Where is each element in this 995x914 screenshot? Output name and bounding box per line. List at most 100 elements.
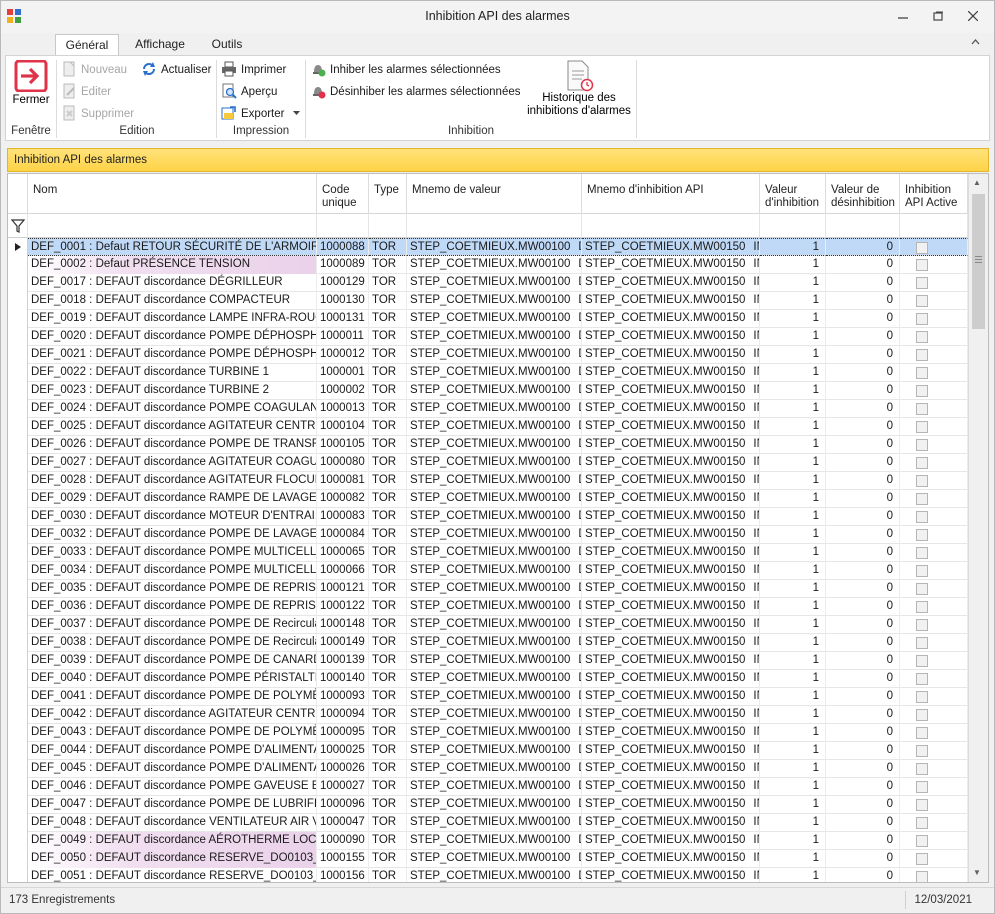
table-cell[interactable]: 0 bbox=[826, 508, 900, 526]
table-cell[interactable]: 1000027 bbox=[317, 778, 369, 796]
table-cell[interactable]: 1000094 bbox=[317, 706, 369, 724]
actualiser-button[interactable]: Actualiser bbox=[141, 60, 212, 80]
table-cell[interactable]: DEF_0038 : DEFAUT discordance POMPE DE R… bbox=[28, 634, 317, 652]
table-cell[interactable]: 0 bbox=[826, 778, 900, 796]
table-cell[interactable] bbox=[900, 778, 968, 796]
inhibition-active-checkbox[interactable] bbox=[916, 655, 928, 667]
table-cell[interactable]: DEF_0039 : DEFAUT discordance POMPE DE C… bbox=[28, 652, 317, 670]
row-header[interactable] bbox=[8, 580, 28, 598]
table-cell[interactable] bbox=[900, 634, 968, 652]
table-cell[interactable]: 1 bbox=[760, 418, 826, 436]
table-cell[interactable] bbox=[900, 256, 968, 274]
table-row[interactable]: DEF_0036 : DEFAUT discordance POMPE DE R… bbox=[8, 598, 968, 616]
inhibition-active-checkbox[interactable] bbox=[916, 475, 928, 487]
row-header[interactable] bbox=[8, 436, 28, 454]
table-cell[interactable]: STEP_COETMIEUX.MW00150 INHI bbox=[582, 382, 760, 400]
inhibition-active-checkbox[interactable] bbox=[916, 799, 928, 811]
editer-button[interactable]: Editer bbox=[61, 82, 111, 102]
table-cell[interactable]: STEP_COETMIEUX.MW00100DE bbox=[407, 706, 582, 724]
table-cell[interactable]: STEP_COETMIEUX.MW00100DE bbox=[407, 742, 582, 760]
table-cell[interactable]: 1000080 bbox=[317, 454, 369, 472]
table-cell[interactable]: 1 bbox=[760, 724, 826, 742]
table-cell[interactable]: 0 bbox=[826, 760, 900, 778]
inhibition-active-checkbox[interactable] bbox=[916, 745, 928, 757]
table-cell[interactable]: TOR bbox=[369, 328, 407, 346]
table-cell[interactable]: DEF_0044 : DEFAUT discordance POMPE D'AL… bbox=[28, 742, 317, 760]
table-cell[interactable]: 0 bbox=[826, 382, 900, 400]
table-cell[interactable]: 1 bbox=[760, 598, 826, 616]
inhibition-active-checkbox[interactable] bbox=[916, 619, 928, 631]
row-header[interactable] bbox=[8, 832, 28, 850]
row-header[interactable] bbox=[8, 598, 28, 616]
table-cell[interactable]: DEF_0021 : DEFAUT discordance POMPE DÉPH… bbox=[28, 346, 317, 364]
table-cell[interactable]: STEP_COETMIEUX.MW00100DE bbox=[407, 472, 582, 490]
row-header[interactable] bbox=[8, 724, 28, 742]
maximize-button[interactable] bbox=[924, 7, 952, 27]
table-cell[interactable]: DEF_0046 : DEFAUT discordance POMPE GAVE… bbox=[28, 778, 317, 796]
table-cell[interactable] bbox=[900, 418, 968, 436]
table-cell[interactable] bbox=[900, 688, 968, 706]
table-cell[interactable]: 0 bbox=[826, 670, 900, 688]
table-cell[interactable]: TOR bbox=[369, 598, 407, 616]
table-cell[interactable]: STEP_COETMIEUX.MW00100DE bbox=[407, 364, 582, 382]
table-cell[interactable]: DEF_0030 : DEFAUT discordance MOTEUR D'E… bbox=[28, 508, 317, 526]
inhibition-active-checkbox[interactable] bbox=[916, 331, 928, 343]
table-cell[interactable]: DEF_0043 : DEFAUT discordance POMPE DE P… bbox=[28, 724, 317, 742]
table-cell[interactable] bbox=[900, 238, 968, 256]
table-cell[interactable]: 1 bbox=[760, 670, 826, 688]
table-row[interactable]: DEF_0029 : DEFAUT discordance RAMPE DE L… bbox=[8, 490, 968, 508]
table-cell[interactable]: DEF_0024 : DEFAUT discordance POMPE COAG… bbox=[28, 400, 317, 418]
table-cell[interactable]: 0 bbox=[826, 418, 900, 436]
table-cell[interactable]: 0 bbox=[826, 652, 900, 670]
table-cell[interactable]: 0 bbox=[826, 742, 900, 760]
table-cell[interactable]: DEF_0022 : DEFAUT discordance TURBINE 1 bbox=[28, 364, 317, 382]
table-cell[interactable]: 0 bbox=[826, 688, 900, 706]
table-row[interactable]: DEF_0001 : Defaut RETOUR SÉCURITÉ DE L'A… bbox=[8, 238, 968, 256]
table-cell[interactable]: DEF_0037 : DEFAUT discordance POMPE DE R… bbox=[28, 616, 317, 634]
table-cell[interactable]: STEP_COETMIEUX.MW00100DE bbox=[407, 238, 582, 256]
table-cell[interactable] bbox=[900, 364, 968, 382]
filter-cell[interactable] bbox=[28, 214, 317, 238]
filter-cell-corner[interactable] bbox=[8, 214, 28, 238]
table-row[interactable]: DEF_0035 : DEFAUT discordance POMPE DE R… bbox=[8, 580, 968, 598]
tab-affichage[interactable]: Affichage bbox=[127, 34, 193, 56]
table-cell[interactable]: STEP_COETMIEUX.MW00100DE bbox=[407, 796, 582, 814]
table-cell[interactable]: 0 bbox=[826, 724, 900, 742]
inhibition-active-checkbox[interactable] bbox=[916, 295, 928, 307]
table-cell[interactable]: STEP_COETMIEUX.MW00150 INHI bbox=[582, 472, 760, 490]
table-cell[interactable]: STEP_COETMIEUX.MW00100DE bbox=[407, 634, 582, 652]
table-cell[interactable]: 1000066 bbox=[317, 562, 369, 580]
inhibition-active-checkbox[interactable] bbox=[916, 277, 928, 289]
inhiber-button[interactable]: Inhiber les alarmes sélectionnées bbox=[310, 60, 501, 80]
tab-outils[interactable]: Outils bbox=[201, 34, 253, 56]
table-cell[interactable]: STEP_COETMIEUX.MW00100DE bbox=[407, 400, 582, 418]
row-header[interactable] bbox=[8, 382, 28, 400]
table-cell[interactable]: STEP_COETMIEUX.MW00100DE bbox=[407, 436, 582, 454]
table-cell[interactable]: 1000148 bbox=[317, 616, 369, 634]
table-cell[interactable]: 0 bbox=[826, 274, 900, 292]
row-header[interactable] bbox=[8, 742, 28, 760]
table-row[interactable]: DEF_0030 : DEFAUT discordance MOTEUR D'E… bbox=[8, 508, 968, 526]
table-cell[interactable]: DEF_0026 : DEFAUT discordance POMPE DE T… bbox=[28, 436, 317, 454]
table-cell[interactable]: 1000105 bbox=[317, 436, 369, 454]
table-cell[interactable]: STEP_COETMIEUX.MW00100DE bbox=[407, 328, 582, 346]
table-cell[interactable]: 1 bbox=[760, 328, 826, 346]
table-cell[interactable] bbox=[900, 544, 968, 562]
inhibition-active-checkbox[interactable] bbox=[916, 242, 928, 254]
table-cell[interactable]: 1000002 bbox=[317, 382, 369, 400]
table-cell[interactable]: DEF_0041 : DEFAUT discordance POMPE DE P… bbox=[28, 688, 317, 706]
table-cell[interactable]: 1 bbox=[760, 256, 826, 274]
table-row[interactable]: DEF_0021 : DEFAUT discordance POMPE DÉPH… bbox=[8, 346, 968, 364]
table-cell[interactable]: 0 bbox=[826, 634, 900, 652]
table-cell[interactable] bbox=[900, 652, 968, 670]
table-cell[interactable]: STEP_COETMIEUX.MW00100DE bbox=[407, 580, 582, 598]
table-cell[interactable]: 1000121 bbox=[317, 580, 369, 598]
table-cell[interactable]: STEP_COETMIEUX.MW00150 INHI bbox=[582, 580, 760, 598]
filter-cell[interactable] bbox=[317, 214, 369, 238]
row-header[interactable] bbox=[8, 490, 28, 508]
table-cell[interactable]: DEF_0020 : DEFAUT discordance POMPE DÉPH… bbox=[28, 328, 317, 346]
table-cell[interactable] bbox=[900, 508, 968, 526]
table-cell[interactable]: TOR bbox=[369, 724, 407, 742]
table-cell[interactable]: STEP_COETMIEUX.MW00100DE bbox=[407, 832, 582, 850]
table-cell[interactable] bbox=[900, 490, 968, 508]
